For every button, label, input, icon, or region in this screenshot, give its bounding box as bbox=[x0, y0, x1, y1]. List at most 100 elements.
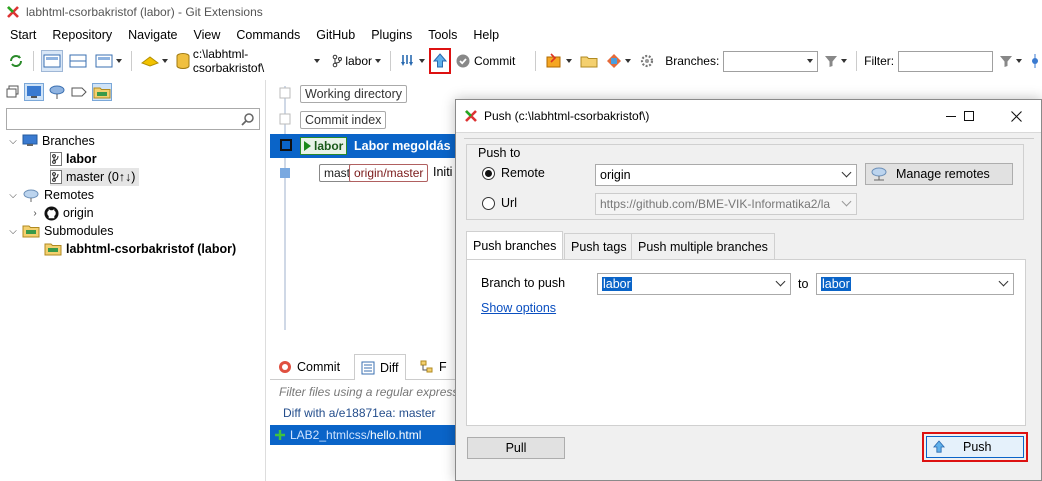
layout-icon bbox=[43, 53, 61, 69]
diff-icon bbox=[361, 361, 375, 375]
repository-selector[interactable]: c:\labhtml-csorbakristof\ bbox=[174, 47, 322, 75]
manage-remotes-button[interactable]: Manage remotes bbox=[865, 163, 1013, 185]
maximize-icon bbox=[964, 111, 974, 121]
chevron-down-icon bbox=[1016, 59, 1023, 63]
remote-radio[interactable]: Remote bbox=[482, 166, 545, 180]
show-submodules-icon[interactable] bbox=[92, 83, 112, 101]
dialog-push-button[interactable]: Push bbox=[926, 436, 1024, 458]
dashboard-icon bbox=[140, 53, 159, 69]
pull-button-label: Pull bbox=[505, 441, 527, 455]
tree-label-branch-master: master (0↑↓) bbox=[66, 170, 136, 184]
tab-push-tags[interactable]: Push tags bbox=[564, 233, 634, 259]
branch-search-input[interactable] bbox=[6, 108, 260, 130]
menu-github[interactable]: GitHub bbox=[310, 28, 361, 42]
working-directory-label[interactable]: Working directory bbox=[300, 85, 408, 103]
remote-select[interactable]: origin bbox=[595, 164, 857, 186]
tab-diff[interactable]: Diff bbox=[354, 354, 406, 380]
file-added-plus-icon bbox=[274, 429, 286, 441]
pull-button[interactable]: Pull bbox=[467, 437, 565, 459]
tree-label-branch-labor: labor bbox=[66, 152, 97, 166]
tab-commit-label: Commit bbox=[297, 360, 341, 374]
branch-to-push-select[interactable]: labor bbox=[597, 273, 791, 295]
tree-label-remotes: Remotes bbox=[44, 188, 95, 202]
git-bash-button[interactable] bbox=[604, 50, 633, 72]
chevron-down-icon bbox=[375, 59, 381, 63]
branch-tag-labor: labor bbox=[300, 137, 348, 155]
tree-node-remotes[interactable]: ⌵ Remotes bbox=[8, 186, 94, 204]
show-branches-icon[interactable] bbox=[24, 83, 44, 101]
tree-node-remote-origin[interactable]: › origin bbox=[30, 204, 94, 222]
branch-filter-button[interactable] bbox=[822, 50, 849, 72]
dashboard-button[interactable] bbox=[139, 50, 170, 72]
chevron-down-icon[interactable]: ⌵ bbox=[8, 190, 18, 201]
changed-file-row[interactable]: LAB2_htmlcss/hello.html bbox=[270, 425, 456, 445]
commit-button[interactable]: Commit bbox=[453, 50, 517, 72]
revision-filter-button[interactable] bbox=[997, 50, 1024, 72]
menu-view[interactable]: View bbox=[188, 28, 227, 42]
show-first-parent-button[interactable] bbox=[1028, 50, 1042, 72]
tab-file-tree[interactable]: F bbox=[414, 354, 453, 380]
branches-monitor-icon bbox=[22, 134, 38, 148]
revision-filter-label: Filter: bbox=[864, 54, 895, 68]
refresh-button[interactable] bbox=[6, 50, 26, 72]
collapse-all-icon[interactable] bbox=[6, 85, 20, 99]
maximize-button[interactable] bbox=[954, 106, 984, 126]
url-radio-label: Url bbox=[501, 196, 517, 210]
tab-push-branches[interactable]: Push branches bbox=[466, 231, 564, 259]
tree-node-submodules[interactable]: ⌵ Submodules bbox=[8, 222, 113, 240]
branch-selector[interactable]: labor bbox=[330, 50, 383, 72]
selected-commit-row[interactable]: labor Labor megoldás bbox=[270, 134, 456, 158]
file-filter-input[interactable]: Filter files using a regular express bbox=[279, 385, 458, 399]
database-icon bbox=[176, 53, 190, 69]
tree-node-submodule[interactable]: labhtml-csorbakristof (labor) bbox=[44, 240, 236, 258]
layout-dropdown-button[interactable] bbox=[93, 50, 124, 72]
menu-start[interactable]: Start bbox=[4, 28, 42, 42]
url-select[interactable]: https://github.com/BME-VIK-Informatika2/… bbox=[595, 193, 857, 215]
layout-split-icon bbox=[69, 53, 87, 69]
stash-button[interactable] bbox=[543, 50, 574, 72]
submodule-folder-icon bbox=[44, 242, 62, 256]
url-radio[interactable]: Url bbox=[482, 196, 517, 210]
chevron-down-icon[interactable]: ⌵ bbox=[8, 226, 18, 237]
close-button[interactable] bbox=[1001, 106, 1031, 126]
show-options-link[interactable]: Show options bbox=[481, 301, 556, 315]
fetch-button[interactable] bbox=[398, 50, 427, 72]
branch-icon bbox=[50, 170, 62, 184]
menu-navigate[interactable]: Navigate bbox=[122, 28, 183, 42]
tree-node-branch-master[interactable]: master (0↑↓) bbox=[50, 168, 140, 186]
menu-repository[interactable]: Repository bbox=[46, 28, 118, 42]
menu-tools[interactable]: Tools bbox=[422, 28, 463, 42]
open-folder-button[interactable] bbox=[578, 50, 600, 72]
git-extensions-logo-icon bbox=[464, 109, 478, 123]
menu-commands[interactable]: Commands bbox=[230, 28, 306, 42]
target-branch-value: labor bbox=[821, 277, 851, 291]
tab-push-multiple-branches[interactable]: Push multiple branches bbox=[631, 233, 775, 259]
settings-button[interactable] bbox=[637, 50, 657, 72]
tree-node-branch-labor[interactable]: labor bbox=[50, 150, 97, 168]
tab-push-tags-label: Push tags bbox=[571, 239, 627, 254]
chevron-right-icon[interactable]: › bbox=[30, 208, 40, 219]
revision-filter-input[interactable] bbox=[898, 50, 994, 72]
commit-message-initial[interactable]: Initi bbox=[433, 165, 452, 179]
show-tags-icon[interactable] bbox=[70, 84, 88, 100]
layout-split-button[interactable] bbox=[67, 50, 89, 72]
commit-index-label[interactable]: Commit index bbox=[300, 111, 387, 129]
menu-help[interactable]: Help bbox=[467, 28, 505, 42]
push-button[interactable] bbox=[428, 48, 451, 74]
chevron-down-icon bbox=[807, 59, 814, 63]
layout-full-button[interactable] bbox=[40, 50, 63, 72]
app-title-bar: labhtml-csorbakristof (labor) - Git Exte… bbox=[0, 0, 1042, 24]
chevron-down-icon bbox=[841, 167, 852, 178]
show-remotes-icon[interactable] bbox=[48, 84, 66, 100]
tree-node-branches[interactable]: ⌵ Branches bbox=[8, 132, 95, 150]
target-branch-select[interactable]: labor bbox=[816, 273, 1014, 295]
chevron-down-icon[interactable]: ⌵ bbox=[8, 136, 18, 147]
search-icon bbox=[241, 112, 255, 126]
bottom-tabs: Commit Diff F bbox=[270, 352, 460, 380]
branch-to-push-label: Branch to push bbox=[481, 276, 566, 290]
push-dialog-title-bar: Push (c:\labhtml-csorbakristof\) bbox=[456, 100, 1041, 132]
tab-commit[interactable]: Commit bbox=[272, 354, 346, 380]
git-extensions-logo-icon bbox=[6, 5, 20, 19]
menu-plugins[interactable]: Plugins bbox=[365, 28, 418, 42]
branches-filter-combo[interactable] bbox=[723, 50, 819, 72]
